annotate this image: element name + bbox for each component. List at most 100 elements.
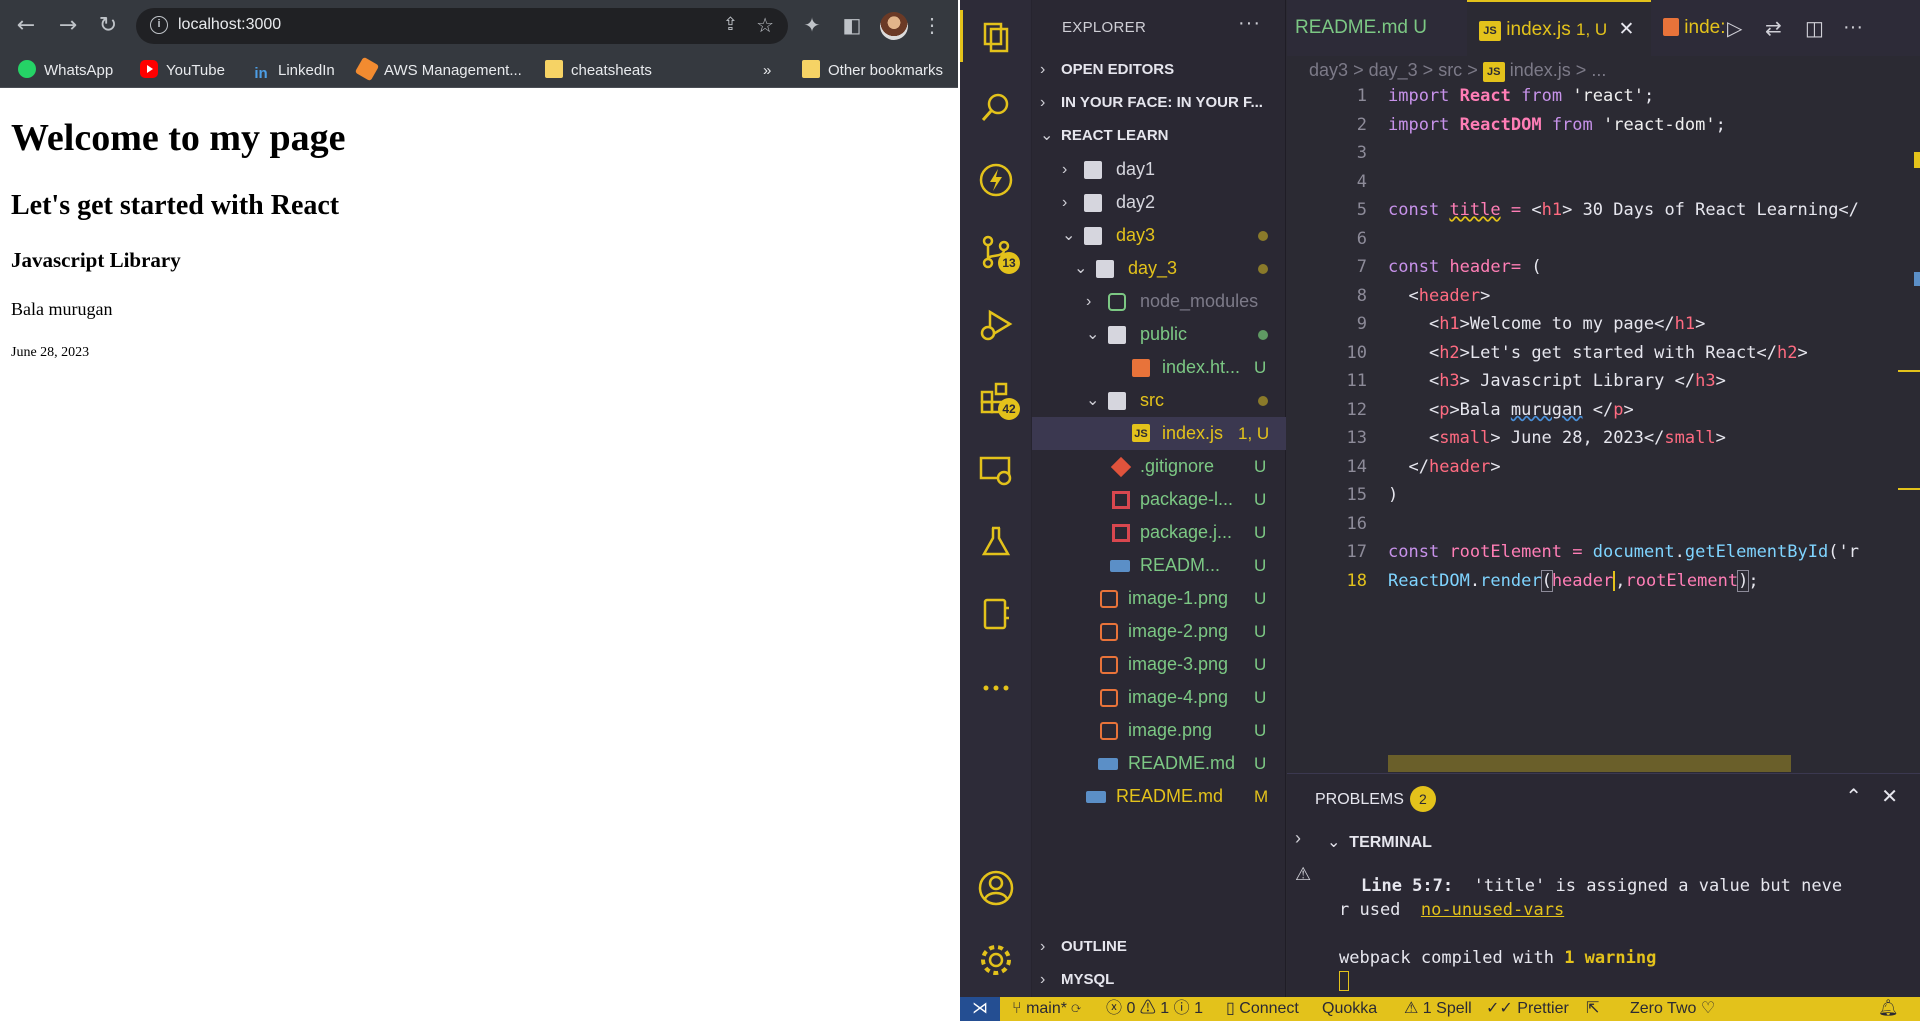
maximize-panel-icon[interactable]: ⌃	[1845, 784, 1862, 809]
folder-icon	[1084, 194, 1102, 212]
address-bar[interactable]: i localhost:3000 ⇪ ☆	[136, 8, 788, 44]
code-editor[interactable]: 1 2 3 4 5 6 7 8 9 10 11 12 13 14 15 16 1…	[1287, 86, 1920, 606]
testing-flask-icon[interactable]	[976, 522, 1016, 562]
double-check-icon: ✓✓	[1486, 1000, 1513, 1017]
spell-status[interactable]: ⚠ 1 Spell	[1404, 997, 1472, 1021]
section-react-learn[interactable]: ⌄ REACT LEARN	[1032, 121, 1286, 151]
close-panel-icon[interactable]: ✕	[1881, 784, 1898, 809]
bookmark-whatsapp[interactable]: WhatsApp	[18, 60, 113, 82]
more-views-icon[interactable]	[976, 668, 1016, 708]
js-file-icon: JS	[1132, 424, 1150, 442]
remote-explorer-icon[interactable]	[976, 450, 1016, 490]
chevron-down-icon: ⌄	[1074, 260, 1088, 277]
side-panel-icon[interactable]: ◧	[838, 12, 866, 40]
split-editor-icon[interactable]: ◫	[1805, 16, 1824, 41]
tree-folder-day2[interactable]: › day2	[1032, 186, 1286, 219]
chevron-right-icon[interactable]: ›	[1295, 828, 1301, 849]
tree-file-readme-day[interactable]: README.md U	[1032, 747, 1286, 780]
line-number: 2	[1356, 114, 1367, 135]
tree-folder-day1[interactable]: › day1	[1032, 153, 1286, 186]
problems-status[interactable]: ⓧ 0 ⚠ 1 ⓘ 1	[1106, 997, 1203, 1021]
terminal-output[interactable]: Line 5:7: 'title' is assigned a value bu…	[1339, 874, 1899, 994]
terminal-header[interactable]: ⌄ TERMINAL	[1327, 832, 1432, 852]
tree-file-package-json[interactable]: package.j... U	[1032, 516, 1286, 549]
quokka-status[interactable]: Quokka	[1322, 997, 1377, 1021]
horizontal-scrollbar[interactable]	[1388, 755, 1791, 772]
tree-file-image-2[interactable]: image-2.png U	[1032, 615, 1286, 648]
tree-file-readme-root[interactable]: README.md M	[1032, 780, 1286, 813]
tab-readme[interactable]: README.md U	[1287, 0, 1467, 56]
notebook-icon[interactable]	[976, 594, 1016, 634]
bookmark-star-icon[interactable]: ☆	[756, 13, 774, 38]
branch-status[interactable]: ⑂ main* ⟳	[1012, 997, 1081, 1021]
tree-file-image[interactable]: image.png U	[1032, 714, 1286, 747]
settings-gear-icon[interactable]	[976, 940, 1016, 980]
chevron-down-icon: ⌄	[1327, 834, 1341, 851]
bookmarks-overflow[interactable]: »	[763, 60, 771, 82]
line-number: 7	[1356, 257, 1367, 277]
line-number: 14	[1346, 456, 1367, 477]
chrome-menu-icon[interactable]: ⋮	[918, 12, 946, 40]
tree-folder-public[interactable]: ⌄ public	[1032, 318, 1286, 351]
tree-file-gitignore[interactable]: .gitignore U	[1032, 450, 1286, 483]
forward-icon[interactable]: →	[52, 10, 84, 42]
section-workspace-2[interactable]: › IN YOUR FACE: IN YOUR F...	[1032, 88, 1286, 118]
bookmark-youtube[interactable]: YouTube	[140, 60, 225, 82]
tree-file-readme-day3[interactable]: READM... U	[1032, 549, 1286, 582]
share-icon[interactable]: ⇪	[723, 14, 738, 35]
site-info-icon[interactable]: i	[150, 16, 168, 34]
extensions-icon[interactable]: 42	[976, 378, 1020, 420]
section-open-editors[interactable]: › OPEN EDITORS	[1032, 55, 1286, 85]
lightning-icon[interactable]	[976, 160, 1016, 200]
editor-more-icon[interactable]: ···	[1843, 16, 1863, 39]
section-mysql[interactable]: › MYSQL	[1032, 965, 1286, 995]
code-line: <h2>Let's get started with React</h2>	[1388, 342, 1808, 363]
section-outline[interactable]: › OUTLINE	[1032, 932, 1286, 962]
explorer-icon[interactable]	[960, 10, 1016, 62]
remote-indicator-icon[interactable]: ⋊	[960, 997, 1000, 1021]
run-debug-icon[interactable]	[976, 304, 1016, 344]
browser-window: ← → ↻ i localhost:3000 ⇪ ☆ ✦ ◧ ⋮ WhatsAp…	[0, 0, 958, 1021]
bookmark-aws[interactable]: AWS Management...	[354, 56, 522, 82]
bookmark-other[interactable]: Other bookmarks	[802, 60, 943, 82]
tree-folder-node-modules[interactable]: › node_modules	[1032, 285, 1286, 318]
tree-folder-day3[interactable]: ⌄ day3	[1032, 219, 1286, 252]
profile-avatar[interactable]	[880, 12, 908, 40]
explorer-more-icon[interactable]: ···	[1238, 12, 1261, 35]
tab-index-js[interactable]: JS index.js 1, U ✕	[1467, 0, 1651, 56]
source-control-icon[interactable]: 13	[976, 232, 1020, 274]
live-share-icon[interactable]: ⇱	[1586, 997, 1599, 1021]
folder-open-icon	[1108, 392, 1126, 410]
run-icon[interactable]: ▷	[1727, 16, 1742, 41]
connect-status[interactable]: ▯ Connect	[1226, 997, 1299, 1021]
compare-changes-icon[interactable]: ⇄	[1765, 16, 1782, 41]
tree-file-image-3[interactable]: image-3.png U	[1032, 648, 1286, 681]
chevron-down-icon: ⌄	[1086, 326, 1100, 343]
line-number: 1	[1356, 86, 1367, 106]
folder-icon	[1084, 161, 1102, 179]
info-icon: ⓘ	[1173, 1000, 1190, 1017]
theme-status[interactable]: Zero Two ♡	[1630, 997, 1715, 1021]
tree-folder-src[interactable]: ⌄ src	[1032, 384, 1286, 417]
tree-file-index-js[interactable]: JS index.js 1, U	[1032, 417, 1286, 450]
url-text[interactable]: localhost:3000	[178, 16, 281, 34]
tree-file-image-4[interactable]: image-4.png U	[1032, 681, 1286, 714]
bookmark-linkedin[interactable]: in LinkedIn	[252, 60, 334, 82]
search-icon[interactable]	[976, 88, 1016, 128]
back-icon[interactable]: ←	[10, 10, 42, 42]
prettier-status[interactable]: ✓✓ Prettier	[1486, 997, 1569, 1021]
extensions-icon[interactable]: ✦	[798, 12, 826, 40]
account-icon[interactable]	[976, 868, 1016, 908]
code-line: import React from 'react';	[1388, 86, 1655, 106]
code-line: const rootElement = document.getElementB…	[1388, 542, 1859, 562]
notifications-bell-icon[interactable]: 🔔︎	[1878, 997, 1898, 1021]
reload-icon[interactable]: ↻	[92, 10, 124, 42]
panel-tab-problems[interactable]: PROBLEMS 2	[1315, 786, 1436, 812]
tree-file-package-lock[interactable]: package-l... U	[1032, 483, 1286, 516]
tree-file-image-1[interactable]: image-1.png U	[1032, 582, 1286, 615]
tree-file-index-html[interactable]: index.ht... U	[1032, 351, 1286, 384]
tree-folder-day_3[interactable]: ⌄ day_3	[1032, 252, 1286, 285]
close-tab-icon[interactable]: ✕	[1618, 19, 1634, 40]
tab-index-html[interactable]: inde:	[1651, 0, 1731, 56]
bookmark-cheatsheats[interactable]: cheatsheats	[545, 60, 652, 82]
